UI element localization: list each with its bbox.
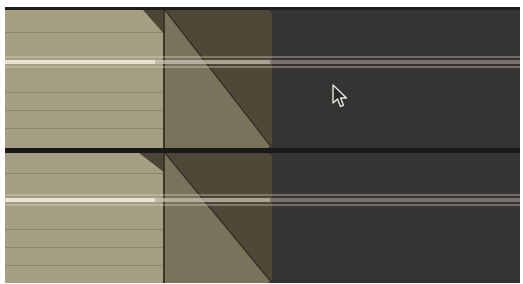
audio-waveform-track-2 (5, 198, 520, 202)
transition-diagonal (165, 153, 272, 283)
audio-waveform-ghost (5, 66, 520, 68)
transition-diagonal (165, 10, 272, 148)
cross-dissolve-transition-track-2[interactable] (163, 153, 272, 283)
timeline[interactable] (5, 7, 520, 283)
audio-waveform-ghost (5, 204, 520, 206)
clip-fade-edge (139, 153, 165, 173)
audio-waveform-ghost (5, 56, 520, 58)
timeline-track-2[interactable] (5, 153, 520, 283)
cross-dissolve-transition-track-1[interactable] (163, 10, 272, 148)
clip-fade-edge (143, 10, 165, 35)
audio-waveform-ghost (5, 194, 520, 196)
timeline-track-1[interactable] (5, 10, 520, 148)
mouse-pointer-icon (332, 84, 348, 108)
audio-waveform-track-1 (5, 60, 520, 64)
